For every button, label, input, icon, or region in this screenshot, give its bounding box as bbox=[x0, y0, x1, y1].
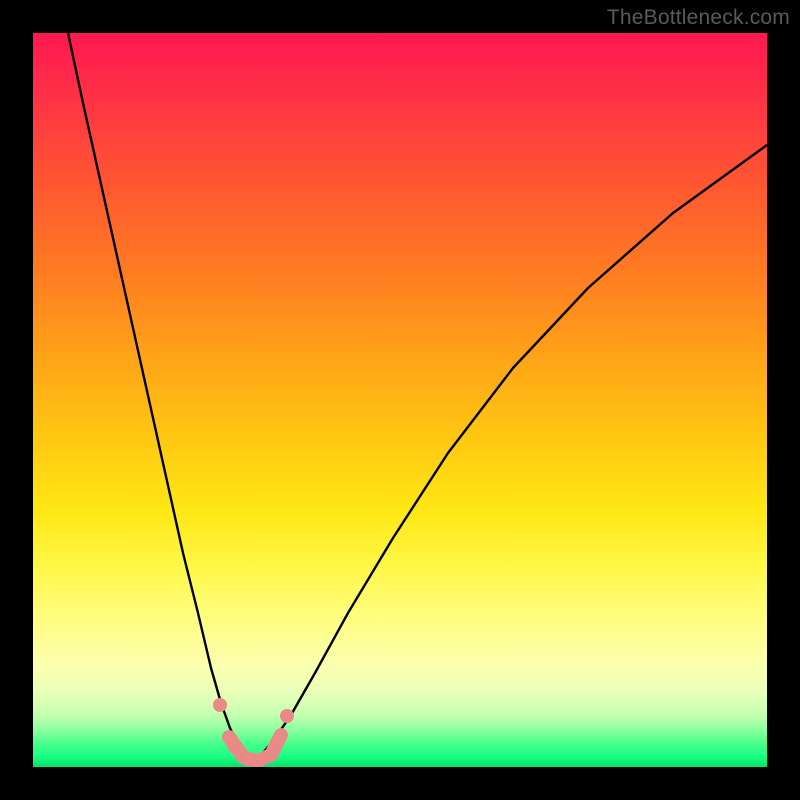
marker-valley-markers-0 bbox=[213, 698, 227, 712]
series-left-branch bbox=[68, 33, 253, 760]
marker-valley-markers-2 bbox=[240, 752, 254, 766]
marker-valley-markers-3 bbox=[253, 753, 267, 767]
series-group bbox=[68, 33, 767, 767]
watermark-text: TheBottleneck.com bbox=[607, 6, 790, 30]
series-right-branch bbox=[253, 145, 767, 760]
marker-valley-markers-1 bbox=[227, 739, 241, 753]
chart-frame: TheBottleneck.com bbox=[0, 0, 800, 800]
plot-area bbox=[33, 33, 767, 767]
marker-valley-markers-4 bbox=[267, 742, 281, 756]
marker-valley-markers-5 bbox=[280, 709, 294, 723]
curve-svg bbox=[33, 33, 767, 767]
